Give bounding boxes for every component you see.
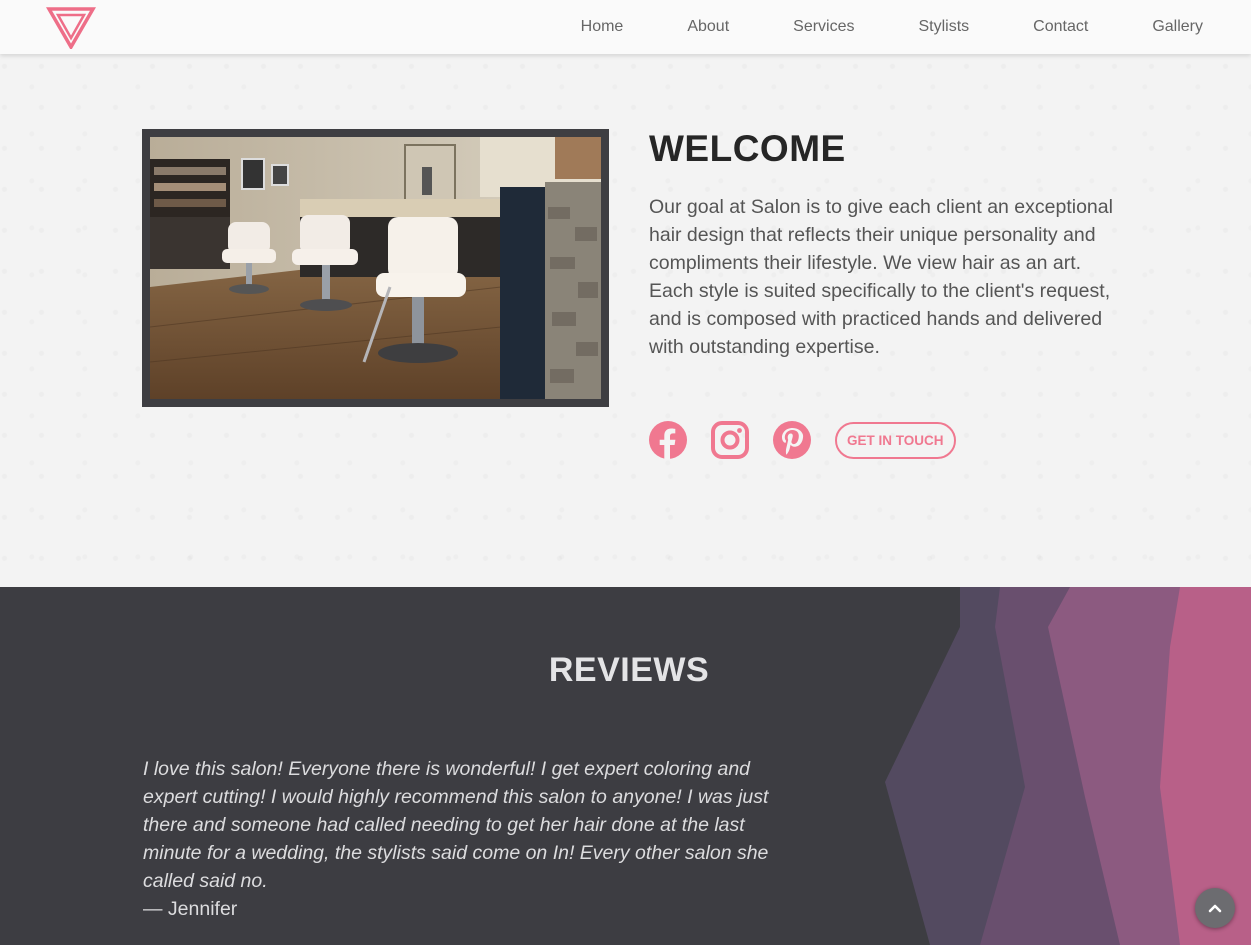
salon-photo-frame — [142, 129, 609, 407]
pinterest-icon[interactable] — [773, 421, 811, 459]
nav-link-gallery[interactable]: Gallery — [1152, 18, 1203, 36]
nav-link-stylists[interactable]: Stylists — [919, 18, 970, 36]
chevron-up-icon — [1208, 904, 1222, 913]
instagram-icon[interactable] — [711, 421, 749, 459]
reviews-heading: REVIEWS — [548, 651, 710, 689]
facebook-icon[interactable] — [649, 421, 687, 459]
nav-link-services[interactable]: Services — [793, 18, 854, 36]
get-in-touch-button[interactable]: GET IN TOUCH — [835, 421, 956, 459]
main-nav: Home About Services Stylists Contact Gal… — [517, 0, 1203, 54]
welcome-paragraph: Our goal at Salon is to give each client… — [649, 196, 1113, 358]
nav-link-home[interactable]: Home — [581, 18, 624, 36]
welcome-section: WELCOME Our goal at Salon is to give eac… — [0, 54, 1251, 587]
triangle-logo-icon[interactable] — [46, 5, 96, 49]
review-author: — Jennifer — [143, 898, 238, 920]
top-navbar: Home About Services Stylists Contact Gal… — [0, 0, 1251, 54]
back-to-top-button[interactable] — [1195, 888, 1235, 928]
review-quote: I love this salon! Everyone there is won… — [143, 758, 769, 892]
reviews-section: REVIEWS I love this salon! Everyone ther… — [0, 587, 1251, 945]
nav-link-about[interactable]: About — [687, 18, 729, 36]
nav-link-contact[interactable]: Contact — [1033, 18, 1088, 36]
welcome-heading: WELCOME — [649, 128, 846, 169]
social-links: GET IN TOUCH — [649, 421, 956, 459]
salon-interior-photo — [150, 137, 601, 399]
